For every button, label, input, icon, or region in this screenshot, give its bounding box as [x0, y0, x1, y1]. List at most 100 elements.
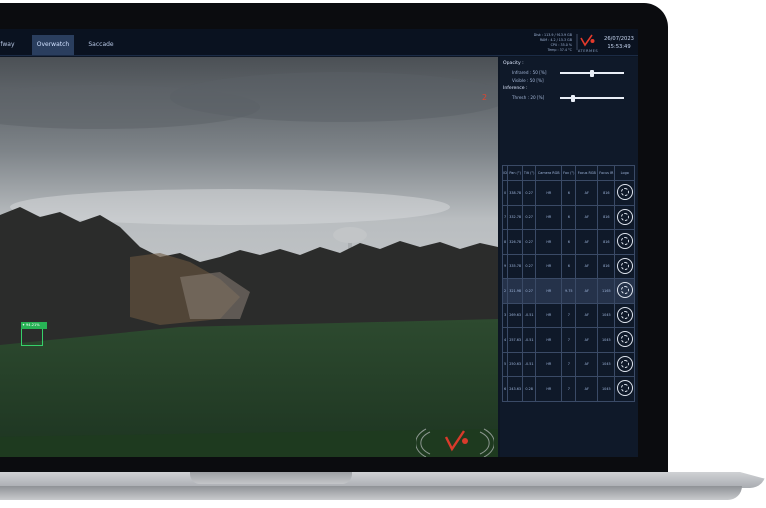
- brand-name: ATERMES: [577, 49, 599, 53]
- table-row[interactable]: 7 332.78 0.27 HR 6 AF 816: [501, 204, 635, 230]
- table-cell: AF: [575, 204, 599, 230]
- table-cell: 1165: [597, 278, 616, 304]
- table-cell: AF: [575, 302, 599, 328]
- table-cell: AF: [575, 253, 599, 279]
- laptop-base: [0, 472, 766, 504]
- tab-saccade[interactable]: Saccade: [80, 35, 122, 55]
- table-cell: -0.51: [521, 327, 537, 353]
- tab-overwatch[interactable]: Overwatch: [32, 35, 74, 55]
- fingerprint-icon: [616, 184, 633, 201]
- table-cell: 816: [597, 229, 616, 255]
- system-stats: Disk : 113.9 / 913.9 GB RAM : 4.2 / 15.3…: [520, 33, 572, 53]
- datetime: 26/07/2023 15:53:49: [602, 35, 636, 51]
- control-panel: Opacity : Infrared : 50 [%] Visible : 50…: [500, 57, 638, 457]
- table-cell: AF: [575, 229, 599, 255]
- camera-view[interactable]: 2 ✦94.21%: [0, 57, 498, 457]
- table-cell: 250.63: [507, 351, 523, 377]
- table-cell: 6: [561, 204, 577, 230]
- table-cell: 243.63: [507, 376, 523, 402]
- table-cell: -0.51: [521, 302, 537, 328]
- table-cell: AF: [575, 278, 599, 304]
- table-cell: 816: [597, 180, 616, 206]
- table-cell: HR: [535, 351, 563, 377]
- table-cell: 816: [597, 204, 616, 230]
- position-table: ID Pan (°) Tilt (°) Camera RGB Fov (°) Focus …: [501, 165, 635, 402]
- infrared-slider[interactable]: [560, 69, 624, 77]
- table-cell: 326.78: [507, 229, 523, 255]
- table-cell: 257.63: [507, 327, 523, 353]
- detection-score: 94.21%: [26, 323, 40, 327]
- table-cell: 0.27: [521, 253, 537, 279]
- table-cell: HR: [535, 180, 563, 206]
- table-header-cell: Camera RGB: [535, 165, 563, 181]
- table-cell: 335.78: [507, 253, 523, 279]
- fingerprint-icon: [616, 257, 633, 274]
- table-cell: 332.78: [507, 204, 523, 230]
- date-text: 26/07/2023: [604, 36, 634, 42]
- thresh-slider[interactable]: [560, 94, 624, 102]
- table-cell: HR: [535, 376, 563, 402]
- table-cell: AF: [575, 327, 599, 353]
- laptop-lip: [0, 486, 742, 500]
- fingerprint-icon: [616, 233, 633, 250]
- table-cell: 7: [561, 327, 577, 353]
- view-number: 2: [482, 93, 488, 102]
- table-row[interactable]: 3 269.63 -0.51 HR 7 AF 1045: [501, 302, 635, 328]
- infrared-slider-knob[interactable]: [590, 69, 594, 77]
- landscape-scene: [0, 57, 498, 457]
- atermes-logo-icon: ATERMES: [576, 32, 600, 54]
- visible-label: Visible : 50 [%]: [512, 78, 544, 83]
- table-cell: 1045: [597, 376, 616, 402]
- table-cell: AF: [575, 376, 599, 402]
- fingerprint-icon: [616, 282, 633, 299]
- table-cell: HR: [535, 278, 563, 304]
- fingerprint-icon: [616, 331, 633, 348]
- table-row[interactable]: 4 257.63 -0.51 HR 7 AF 1045: [501, 327, 635, 353]
- infrared-label: Infrared : 50 [%]: [512, 70, 547, 75]
- table-row[interactable]: 5 250.63 -0.51 HR 7 AF 1045: [501, 351, 635, 377]
- table-row[interactable]: 0 338.78 0.27 HR 6 AF 816: [501, 180, 635, 206]
- thresh-slider-knob[interactable]: [570, 94, 575, 102]
- table-cell: 0.28: [521, 376, 537, 402]
- table-cell: 7: [561, 351, 577, 377]
- table-row[interactable]: 2 321.98 0.27 HR 9.75 AF 1165: [501, 278, 635, 304]
- thresh-label: Thresh : 20 [%]: [512, 95, 545, 100]
- stat-temp: Temp : 37.4 °C: [547, 48, 572, 52]
- table-cell: 6: [561, 180, 577, 206]
- opacity-title: Opacity :: [503, 61, 524, 66]
- table-header-cell: Tilt (°): [521, 165, 537, 181]
- table-header-cell: Focus RGB: [575, 165, 599, 181]
- table-cell: HR: [535, 229, 563, 255]
- fingerprint-icon: [616, 380, 633, 397]
- laptop-bezel: Wolfway Overwatch Saccade Disk : 113.9 /…: [0, 3, 668, 477]
- table-cell-logo: [614, 351, 635, 377]
- table-cell: 0.27: [521, 278, 537, 304]
- table-row[interactable]: 9 335.78 0.27 HR 6 AF 816: [501, 253, 635, 279]
- table-row[interactable]: 8 326.78 0.27 HR 6 AF 816: [501, 229, 635, 255]
- inference-title: Inference :: [503, 86, 528, 91]
- table-cell: -0.51: [521, 351, 537, 377]
- table-cell: 1045: [597, 351, 616, 377]
- table-cell-logo: [614, 204, 635, 230]
- table-cell: 321.98: [507, 278, 523, 304]
- tab-wolfway[interactable]: Wolfway: [0, 35, 22, 55]
- fingerprint-icon: [616, 355, 633, 372]
- table-cell: 0.27: [521, 180, 537, 206]
- table-cell: 6: [561, 229, 577, 255]
- table-cell: 338.78: [507, 180, 523, 206]
- table-cell-logo: [614, 253, 635, 279]
- table-cell: 6: [561, 253, 577, 279]
- table-cell: 7: [561, 302, 577, 328]
- table-cell: 0.27: [521, 204, 537, 230]
- table-cell: HR: [535, 302, 563, 328]
- table-cell: 269.63: [507, 302, 523, 328]
- table-row[interactable]: 6 243.63 0.28 HR 7 AF 1045: [501, 376, 635, 402]
- table-header-cell: Fov (°): [561, 165, 577, 181]
- paw-icon: ✦: [22, 323, 26, 327]
- fingerprint-icon: [616, 208, 633, 225]
- table-cell-logo: [614, 302, 635, 328]
- atermes-watermark: [415, 423, 495, 457]
- table-cell: 9.75: [561, 278, 577, 304]
- table-cell: 816: [597, 253, 616, 279]
- table-cell-logo: [614, 278, 635, 304]
